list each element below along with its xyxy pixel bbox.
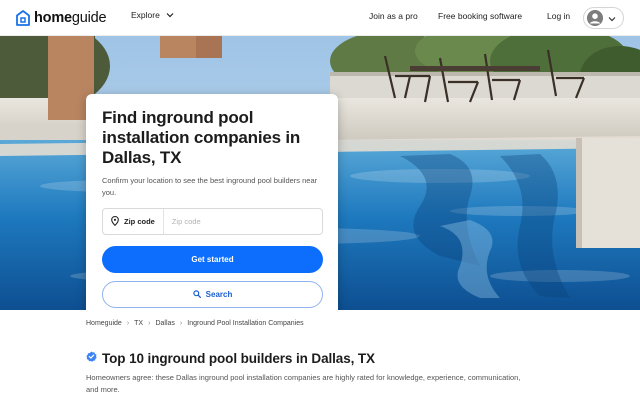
card-title: Find inground pool installation companie… bbox=[102, 108, 301, 167]
card-subtitle: Confirm your location to see the best in… bbox=[102, 176, 318, 197]
breadcrumb-separator: › bbox=[148, 320, 151, 327]
free-booking-software-link[interactable]: Free booking software bbox=[438, 11, 522, 21]
breadcrumb-current: Inground Pool Installation Companies bbox=[187, 320, 304, 327]
logo-text-light: guide bbox=[71, 10, 107, 26]
site-header: homeguide Explore Join as a pro Free boo… bbox=[0, 0, 640, 36]
section-heading: Top 10 inground pool builders in Dallas,… bbox=[86, 349, 375, 367]
logo-text-bold: home bbox=[34, 10, 72, 26]
verified-badge-icon bbox=[86, 349, 97, 367]
location-pin-icon bbox=[111, 215, 119, 228]
explore-label: Explore bbox=[131, 10, 160, 20]
get-started-label: Get started bbox=[191, 255, 234, 264]
homeguide-logo[interactable]: homeguide bbox=[16, 9, 107, 27]
join-as-pro-link[interactable]: Join as a pro bbox=[369, 11, 418, 21]
explore-menu[interactable]: Explore bbox=[131, 10, 174, 20]
breadcrumb-separator: › bbox=[126, 320, 130, 327]
zip-code-field[interactable]: Zip code bbox=[102, 208, 323, 235]
breadcrumb-dallas[interactable]: Dallas bbox=[155, 320, 174, 327]
chevron-down-icon bbox=[608, 9, 616, 27]
search-label: Search bbox=[205, 290, 233, 299]
logo-wordmark: homeguide bbox=[34, 10, 107, 26]
zip-code-label: Zip code bbox=[103, 209, 164, 234]
zip-code-label-text: Zip code bbox=[124, 217, 155, 226]
account-menu-button[interactable] bbox=[583, 7, 624, 29]
zip-code-input[interactable] bbox=[163, 216, 314, 227]
search-icon bbox=[192, 289, 201, 300]
log-in-link[interactable]: Log in bbox=[547, 11, 570, 21]
hero-pool-image: Find inground pool installation companie… bbox=[0, 36, 640, 310]
user-avatar-icon bbox=[587, 10, 603, 26]
breadcrumb-homeguide[interactable]: Homeguide bbox=[86, 320, 122, 327]
section-title: Top 10 inground pool builders in Dallas,… bbox=[102, 350, 375, 366]
search-card: Find inground pool installation companie… bbox=[86, 94, 338, 310]
breadcrumb-tx[interactable]: TX bbox=[134, 320, 143, 327]
house-logo-icon bbox=[16, 10, 30, 26]
breadcrumb: Homeguide › TX › Dallas › Inground Pool … bbox=[86, 320, 304, 327]
get-started-button[interactable]: Get started bbox=[102, 246, 323, 273]
search-button[interactable]: Search bbox=[102, 281, 323, 308]
section-description: Homeowners agree: these Dallas inground … bbox=[86, 373, 521, 394]
chevron-down-icon bbox=[166, 10, 174, 20]
breadcrumb-separator: › bbox=[179, 320, 183, 327]
